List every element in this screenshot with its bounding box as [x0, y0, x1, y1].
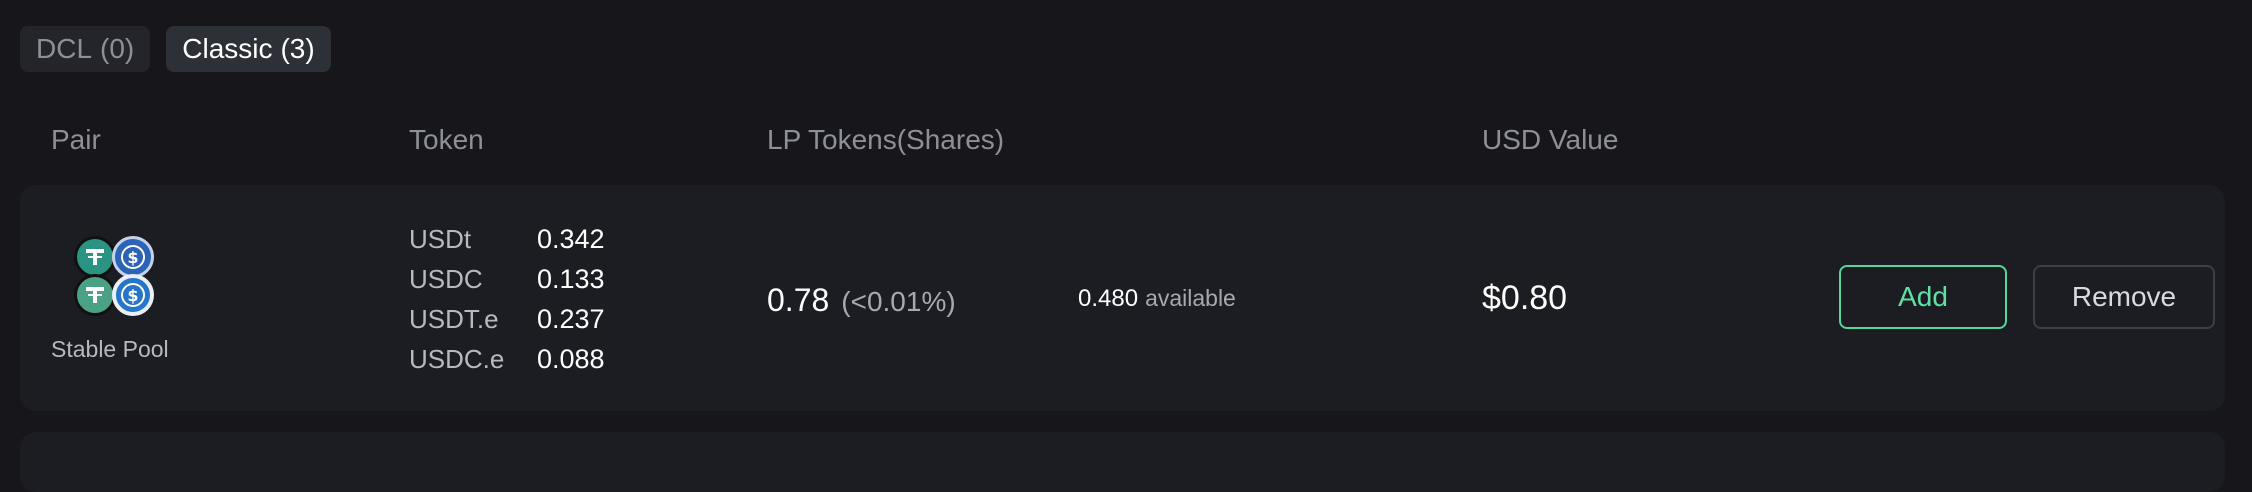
token-list: USDt 0.342 USDC 0.133 USDT.e 0.237 USDC.… — [409, 219, 605, 379]
token-symbol: USDt — [409, 223, 472, 254]
tab-classic[interactable]: Classic (3) — [166, 26, 331, 72]
lp-tokens-cell: 0.78 (<0.01%) — [767, 282, 956, 319]
token-amount: 0.342 — [537, 223, 605, 254]
token-symbol: USDC.e — [409, 343, 505, 374]
token-amount: 0.133 — [537, 263, 605, 294]
pair-cell: $ $ Stable Pool — [51, 236, 171, 363]
header-usd-value: USD Value — [1482, 124, 1619, 155]
tab-dcl-label: DCL — [36, 33, 93, 64]
token-symbol: USDC — [409, 263, 483, 294]
header-pair: Pair — [51, 124, 101, 155]
svg-text:$: $ — [127, 248, 138, 267]
token-amount: 0.088 — [537, 343, 605, 374]
remove-liquidity-button[interactable]: Remove — [2033, 265, 2215, 329]
available-label: available — [1145, 285, 1236, 311]
pool-type-tabs: DCL (0) Classic (3) — [20, 26, 331, 72]
usd-value: $0.80 — [1482, 279, 1568, 317]
lp-amount: 0.78 — [767, 282, 830, 318]
token-amount: 0.237 — [537, 303, 605, 334]
available-cell: 0.480 available — [1078, 285, 1236, 313]
pair-name: Stable Pool — [51, 336, 169, 362]
token-row: USDC 0.133 — [409, 259, 605, 299]
available-amount: 0.480 — [1078, 285, 1139, 312]
token-symbol: USDT.e — [409, 303, 499, 334]
tab-dcl[interactable]: DCL (0) — [20, 26, 151, 72]
add-liquidity-button[interactable]: Add — [1839, 265, 2007, 329]
lp-share-percent: (<0.01%) — [841, 286, 956, 317]
tab-classic-label: Classic — [182, 33, 273, 64]
tab-classic-count: (3) — [280, 33, 315, 64]
header-token: Token — [409, 124, 484, 155]
usdc-icon: $ — [112, 274, 154, 316]
header-lp-tokens: LP Tokens(Shares) — [767, 124, 1005, 155]
token-row: USDC.e 0.088 — [409, 339, 605, 379]
usdt-icon — [74, 274, 116, 316]
token-row: USDT.e 0.237 — [409, 299, 605, 339]
pair-icons: $ $ — [74, 236, 162, 324]
svg-text:$: $ — [127, 286, 138, 305]
table-row: $ $ Stable Pool USDt 0.342 USDC 0.133 US… — [20, 185, 2225, 411]
token-row: USDt 0.342 — [409, 219, 605, 259]
table-row — [20, 432, 2225, 492]
usdt-icon — [74, 236, 116, 278]
usdc-icon: $ — [112, 236, 154, 278]
tab-dcl-count: (0) — [100, 33, 135, 64]
